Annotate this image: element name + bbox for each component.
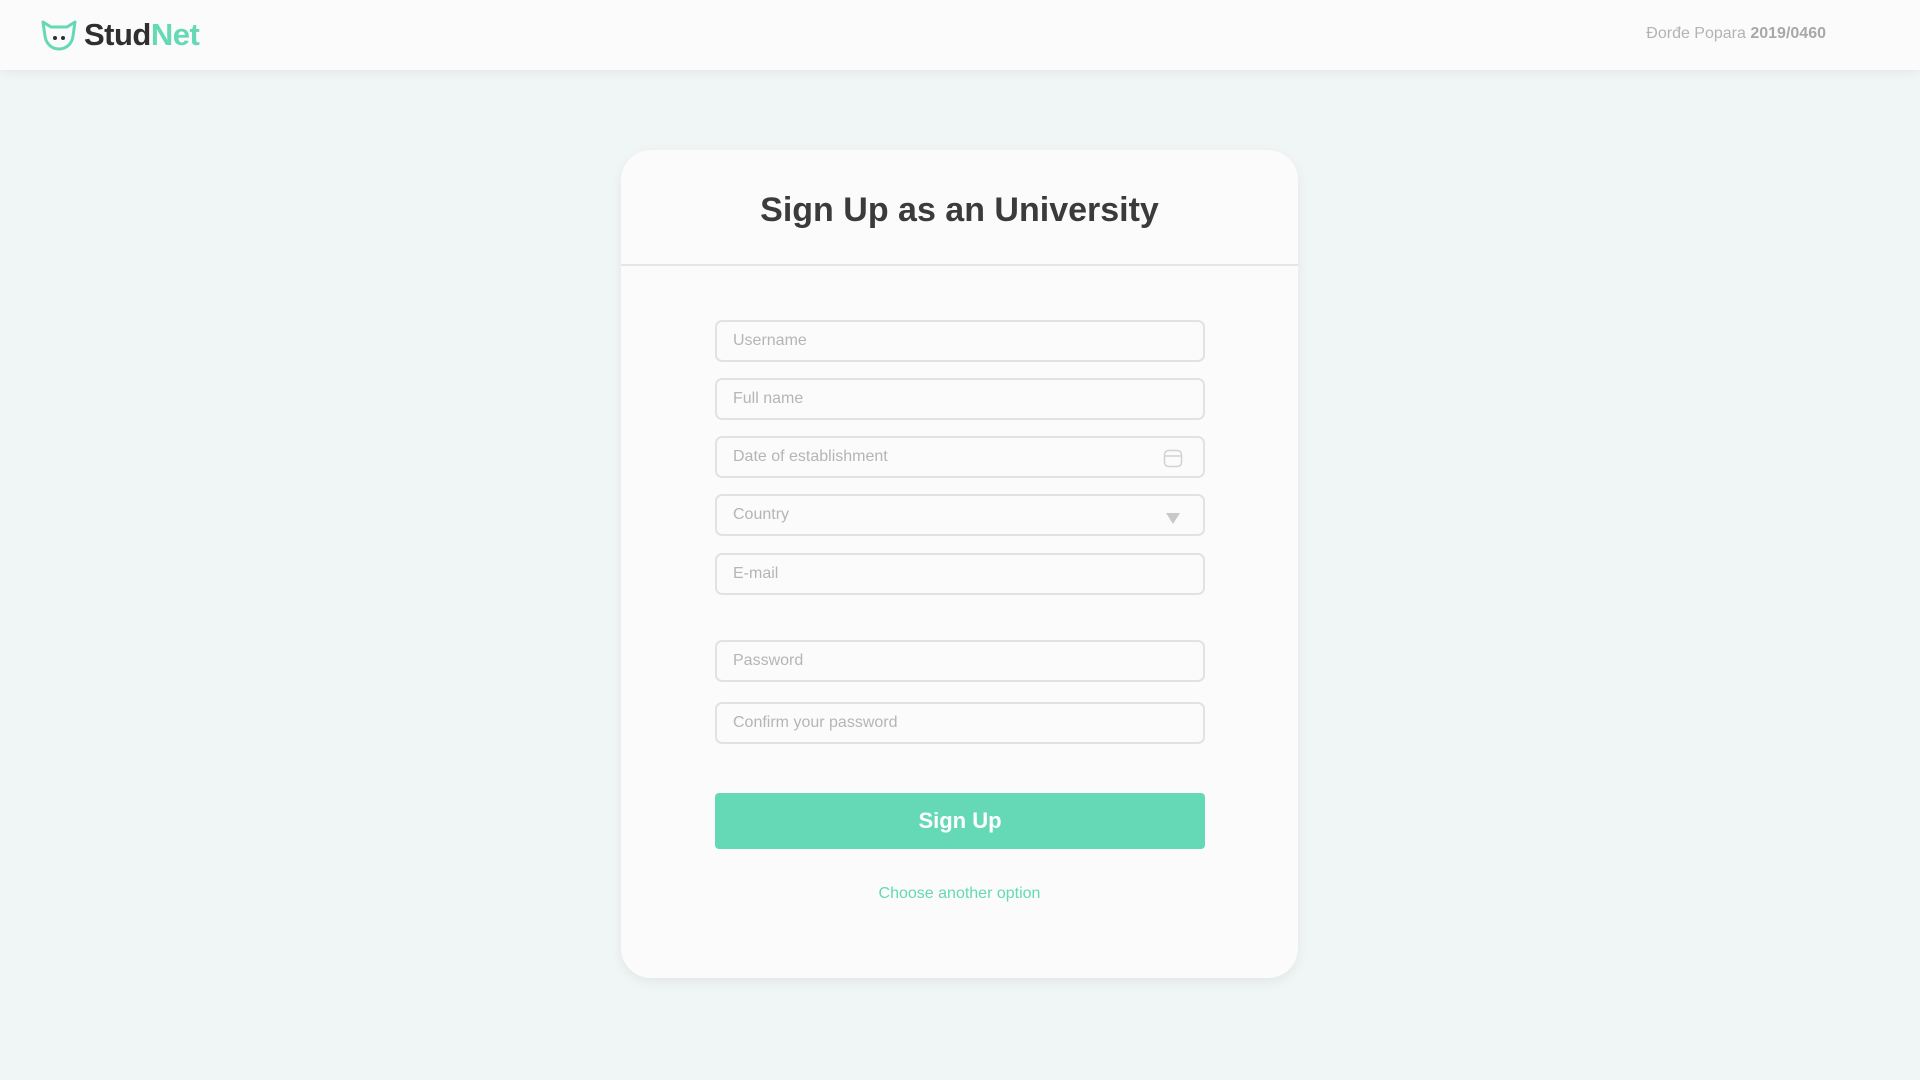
sign-up-button[interactable]: Sign Up	[715, 793, 1205, 849]
choose-another-option-link[interactable]: Choose another option	[621, 885, 1298, 903]
username-field-wrapper	[715, 320, 1205, 362]
user-id: 2019/0460	[1750, 25, 1826, 42]
cat-face-icon	[41, 20, 77, 51]
user-info: Đorđe Popara 2019/0460	[1646, 25, 1826, 43]
date-of-establishment-input[interactable]	[717, 438, 1203, 476]
country-select[interactable]: Country	[715, 494, 1205, 536]
logo-text: StudNet	[84, 17, 200, 52]
password-field-wrapper	[715, 640, 1205, 682]
fullname-field-wrapper	[715, 378, 1205, 420]
fullname-input[interactable]	[717, 380, 1203, 418]
dropdown-triangle-icon	[1166, 513, 1180, 524]
country-select-value: Country	[733, 506, 790, 523]
password-input[interactable]	[717, 642, 1203, 680]
date-field-wrapper	[715, 436, 1205, 478]
card-header: Sign Up as an University	[621, 150, 1298, 266]
email-field-wrapper	[715, 553, 1205, 595]
username-input[interactable]	[717, 322, 1203, 360]
user-name: Đorđe Popara	[1646, 25, 1746, 42]
confirm-password-field-wrapper	[715, 702, 1205, 744]
signup-card: Sign Up as an University Country Sign Up…	[621, 150, 1298, 978]
page-title: Sign Up as an University	[760, 190, 1159, 229]
calendar-icon[interactable]	[1163, 448, 1183, 468]
email-input[interactable]	[717, 555, 1203, 593]
studnet-logo[interactable]: StudNet	[40, 17, 200, 52]
top-navigation-bar: StudNet Đorđe Popara 2019/0460	[0, 0, 1920, 70]
confirm-password-input[interactable]	[717, 704, 1203, 742]
